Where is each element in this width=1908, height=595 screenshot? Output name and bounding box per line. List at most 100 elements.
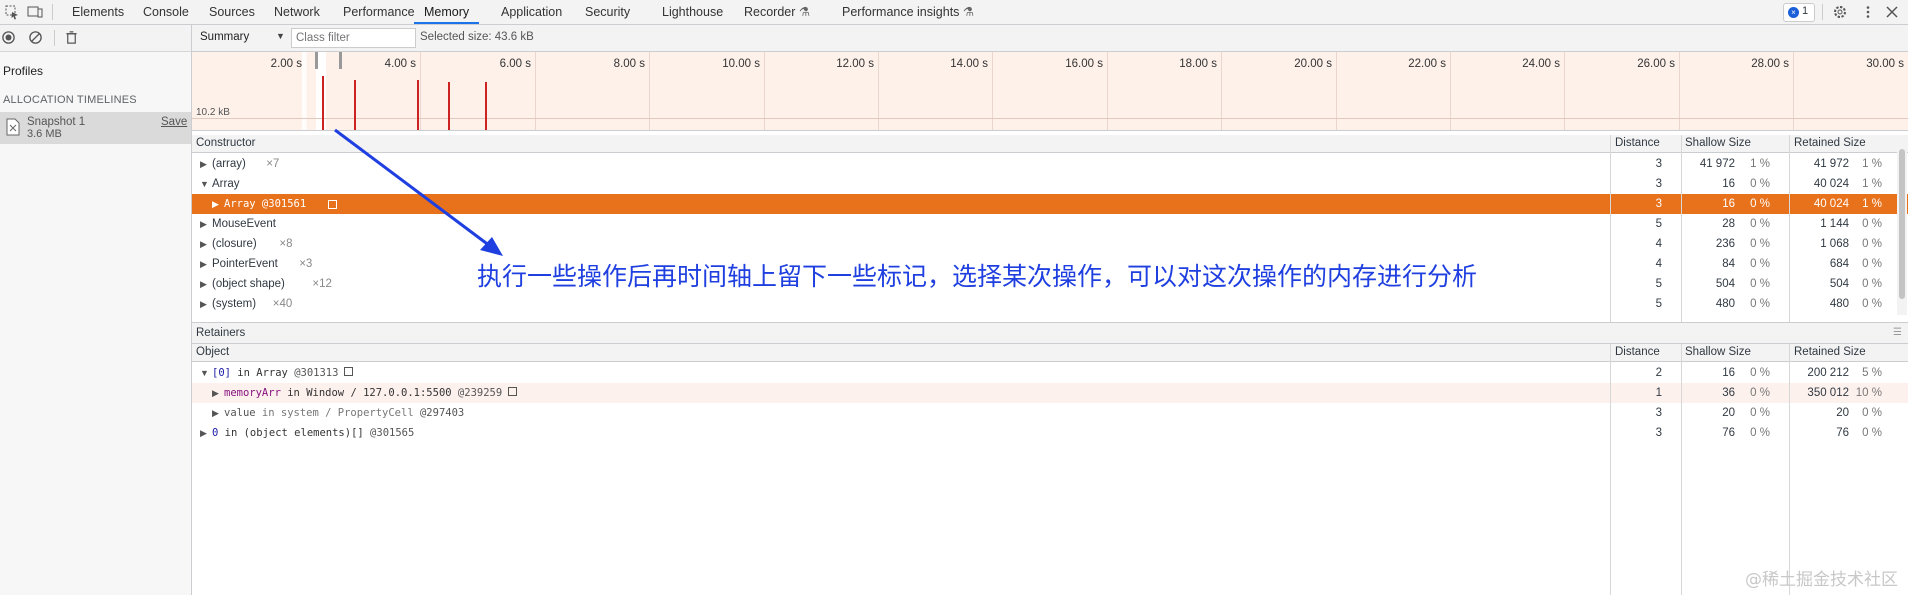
trash-icon[interactable]: [64, 30, 79, 45]
retained-percent-cell: 0 %: [1862, 427, 1882, 439]
tab-performance[interactable]: Performance: [343, 0, 415, 24]
expanded-triangle-icon[interactable]: ▼: [200, 363, 210, 383]
inspect-element-icon[interactable]: [4, 4, 20, 20]
shallow-percent-cell: 0 %: [1750, 198, 1770, 210]
save-link[interactable]: Save: [161, 116, 187, 128]
retained-percent-cell: 1 %: [1862, 178, 1882, 190]
timeline-handle-left[interactable]: [315, 52, 318, 69]
timeline-handle-right[interactable]: [339, 52, 342, 69]
tab-network[interactable]: Network: [274, 0, 320, 24]
shallow-size-column-header[interactable]: Shallow Size: [1685, 344, 1751, 361]
tab-recorder[interactable]: Recorder ⚗: [744, 0, 810, 24]
retained-size-column-header[interactable]: Retained Size: [1794, 344, 1866, 361]
collapsed-triangle-icon[interactable]: ▶: [200, 154, 210, 174]
constructor-grid-header: Constructor Distance Shallow Size Retain…: [192, 135, 1908, 153]
issues-counter-button[interactable]: × 1: [1783, 3, 1815, 22]
allocation-spike[interactable]: [448, 82, 450, 130]
timeline-tick-label: 12.00 s: [836, 58, 874, 70]
snapshot-item[interactable]: Snapshot 1 3.6 MB Save: [0, 112, 191, 144]
distance-cell: 3: [1655, 427, 1662, 439]
close-devtools-icon[interactable]: [1884, 4, 1900, 20]
distance-cell: 5: [1655, 218, 1662, 230]
drag-handle-icon[interactable]: ☰: [1893, 323, 1902, 343]
retainers-pane-header[interactable]: Retainers ☰: [192, 322, 1908, 344]
distance-column-header[interactable]: Distance: [1615, 135, 1660, 152]
object-id: @301565: [370, 427, 415, 439]
table-row[interactable]: ▶ (closure) ×8 4 236 0 % 1 068 0 %: [192, 234, 1908, 254]
distance-cell: 4: [1655, 258, 1662, 270]
object-column-header[interactable]: Object: [196, 344, 229, 361]
tab-security[interactable]: Security: [585, 0, 630, 24]
table-row[interactable]: ▼ Array 3 16 0 % 40 024 1 %: [192, 174, 1908, 194]
collapsed-triangle-icon[interactable]: ▶: [200, 294, 210, 314]
allocation-spike[interactable]: [485, 82, 487, 130]
allocation-timeline[interactable]: 2.00 s 4.00 s 6.00 s 8.00 s 10.00 s 12.00 s 14…: [192, 52, 1908, 131]
tab-performance-insights[interactable]: Performance insights ⚗: [842, 0, 974, 24]
retained-size-column-header[interactable]: Retained Size: [1794, 135, 1866, 152]
retained-size-cell: 200 212: [1807, 367, 1849, 379]
retainer-row[interactable]: ▼ [0] in Array @301313 2 16 0 % 200 212 5 %: [192, 363, 1908, 383]
constructor-name: Array: [212, 178, 240, 190]
distance-cell: 3: [1655, 158, 1662, 170]
distance-cell: 5: [1655, 278, 1662, 290]
constructor-scrollbar[interactable]: [1897, 137, 1907, 315]
snapshot-size: 3.6 MB: [27, 128, 62, 140]
expanded-triangle-icon[interactable]: ▼: [200, 174, 210, 194]
table-row[interactable]: ▶ (array) ×7 3 41 972 1 % 41 972 1 %: [192, 154, 1908, 174]
retainer-row[interactable]: ▶ value in system / PropertyCell @297403 3…: [192, 403, 1908, 423]
collapsed-triangle-icon[interactable]: ▶: [200, 274, 210, 294]
retainer-row[interactable]: ▶ 0 in (object elements)[] @301565 3 76 0 % 7…: [192, 423, 1908, 443]
shallow-percent-cell: 0 %: [1750, 278, 1770, 290]
allocation-spike[interactable]: [354, 80, 356, 130]
allocation-spike[interactable]: [322, 76, 324, 130]
collapsed-triangle-icon[interactable]: ▶: [200, 254, 210, 274]
collapsed-triangle-icon[interactable]: ▶: [200, 234, 210, 254]
retained-percent-cell: 0 %: [1862, 278, 1882, 290]
clear-icon[interactable]: [28, 30, 43, 45]
constructor-name: (array): [212, 158, 246, 170]
reveal-in-panel-icon[interactable]: [508, 387, 518, 396]
tab-console[interactable]: Console: [143, 0, 189, 24]
retainer-path: 0 in (object elements)[] @301565: [212, 423, 414, 443]
collapsed-triangle-icon[interactable]: ▶: [200, 214, 210, 234]
instance-count: ×40: [272, 298, 293, 310]
profiles-toolbar: [0, 25, 191, 52]
constructor-column-header[interactable]: Constructor: [196, 135, 255, 152]
device-toolbar-icon[interactable]: [27, 4, 43, 20]
reveal-in-panel-icon[interactable]: [344, 367, 354, 376]
more-options-icon[interactable]: [1860, 4, 1876, 20]
retainer-row[interactable]: ▶ memoryArr in Window / 127.0.0.1:5500 @2…: [192, 383, 1908, 403]
allocation-spike[interactable]: [417, 80, 419, 130]
tab-sources[interactable]: Sources: [209, 0, 255, 24]
retainer-context: in Array: [230, 367, 295, 379]
collapsed-triangle-icon[interactable]: ▶: [200, 423, 210, 443]
selected-table-row[interactable]: ▶ Array @301561 3 16 0 % 40 024 1 %: [192, 194, 1908, 214]
tab-lighthouse[interactable]: Lighthouse: [662, 0, 723, 24]
column-divider: [1610, 135, 1611, 322]
instance-count: ×8: [279, 238, 293, 250]
gear-icon[interactable]: [1832, 4, 1848, 20]
view-select[interactable]: Summary ▼: [198, 28, 285, 48]
table-row[interactable]: ▶ MouseEvent 5 28 0 % 1 144 0 %: [192, 214, 1908, 234]
shallow-percent-cell: 0 %: [1750, 427, 1770, 439]
tab-application[interactable]: Application: [501, 0, 562, 24]
object-id: @297403: [419, 407, 465, 419]
tab-memory[interactable]: Memory: [414, 0, 480, 24]
retained-percent-cell: 10 %: [1855, 387, 1882, 399]
shallow-percent-cell: 0 %: [1750, 258, 1770, 270]
class-filter-input[interactable]: [291, 28, 416, 48]
tab-elements[interactable]: Elements: [72, 0, 124, 24]
timeline-tick-label: 6.00 s: [499, 58, 531, 70]
timeline-tick-label: 10.00 s: [722, 58, 760, 70]
distance-column-header[interactable]: Distance: [1615, 344, 1660, 361]
collapsed-triangle-icon[interactable]: ▶: [212, 194, 222, 214]
reveal-in-panel-icon[interactable]: [328, 200, 337, 209]
table-row[interactable]: ▶ (system) ×40 5 480 0 % 480 0 %: [192, 294, 1908, 314]
tab-recorder-label: Recorder: [744, 5, 796, 19]
collapsed-triangle-icon[interactable]: ▶: [212, 403, 222, 423]
retained-percent-cell: 0 %: [1862, 298, 1882, 310]
scrollbar-thumb[interactable]: [1899, 149, 1905, 299]
shallow-size-column-header[interactable]: Shallow Size: [1685, 135, 1751, 152]
record-icon[interactable]: [1, 30, 16, 45]
collapsed-triangle-icon[interactable]: ▶: [212, 383, 222, 403]
